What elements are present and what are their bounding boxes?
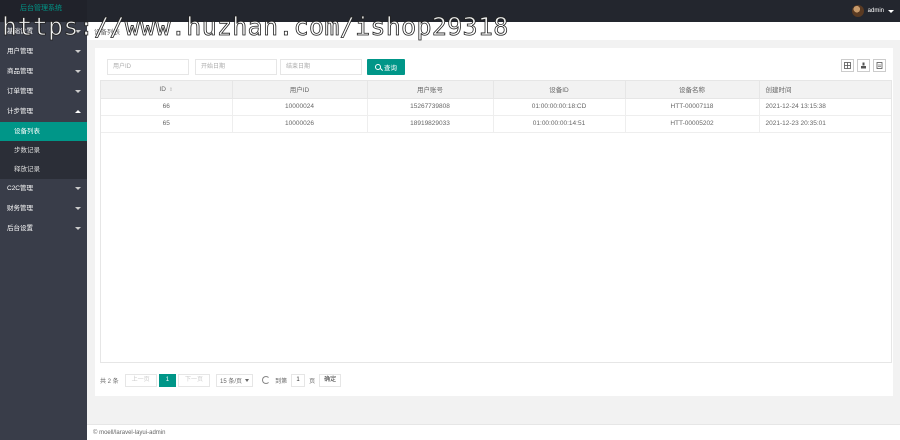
chevron-down-icon (75, 70, 81, 73)
tab-device-list[interactable]: 设备列表 (94, 26, 120, 36)
sort-icon[interactable]: ⇕ (169, 87, 173, 93)
cell-device-name: HTT-00005202 (625, 115, 760, 133)
sidebar-item-label: 后台设置 (7, 225, 33, 232)
cell-id: 65 (101, 115, 233, 133)
goto-page-input[interactable]: 1 (291, 373, 306, 387)
refresh-icon[interactable] (262, 376, 271, 384)
sidebar-item-label: 订单管理 (7, 88, 33, 95)
top-bar: 后台管理系统 admin (0, 0, 900, 22)
tab-bar: 设备列表 (87, 22, 900, 40)
cell-created-at: 2021-12-23 20:35:01 (759, 115, 891, 133)
chevron-down-icon (75, 207, 81, 210)
goto-label: 到第 (275, 378, 288, 385)
cell-device-id: 01:00:00:00:18:CD (493, 98, 626, 116)
cell-created-at: 2021-12-24 13:15:38 (759, 98, 891, 116)
sidebar-subitem-device-list[interactable]: 设备列表 (0, 122, 87, 141)
chevron-down-icon (245, 378, 250, 382)
cell-device-id: 01:00:00:00:14:51 (493, 115, 626, 133)
export-icon[interactable] (857, 59, 870, 72)
sidebar: 基础设置 用户管理 商品管理 订单管理 计步管理 设备列表 步数记录 释放记录 … (0, 22, 87, 440)
per-page-select[interactable]: 15 条/页 (216, 373, 254, 387)
cell-device-name: HTT-00007118 (625, 98, 760, 116)
total-count: 共 2 条 (100, 378, 119, 385)
sidebar-item-label: 基础设置 (7, 28, 33, 35)
sidebar-item-orders[interactable]: 订单管理 (0, 82, 87, 102)
user-menu[interactable]: admin (851, 4, 894, 18)
footer: © moell/laravel-layui-admin (87, 424, 900, 440)
end-date-input[interactable]: 结束日期 (280, 59, 362, 75)
prev-page-button[interactable]: 上一页 (124, 373, 157, 387)
columns-icon[interactable] (841, 59, 854, 72)
page-suffix: 页 (309, 378, 316, 385)
sidebar-subitem-release-records[interactable]: 释放记录 (0, 160, 87, 179)
app-title[interactable]: 后台管理系统 (0, 0, 87, 22)
chevron-down-icon (75, 187, 81, 190)
page-1-button[interactable]: 1 (158, 373, 177, 387)
avatar (851, 5, 864, 17)
chevron-down-icon (75, 50, 81, 53)
column-header-id[interactable]: ID ⇕ (101, 81, 233, 99)
data-table: ID ⇕ 用户ID 用户账号 设备ID 设备名称 创建时间 66 10000024… (100, 80, 892, 363)
sidebar-item-label: 财务管理 (7, 205, 33, 212)
sidebar-item-admin-settings[interactable]: 后台设置 (0, 219, 87, 239)
start-date-input[interactable]: 开始日期 (195, 59, 277, 75)
sidebar-item-label: C2C管理 (7, 185, 34, 192)
sidebar-subitem-step-records[interactable]: 步数记录 (0, 141, 87, 160)
cell-account: 15267739808 (367, 98, 494, 116)
table-row[interactable]: 65 10000026 18919829033 01:00:00:00:14:5… (101, 115, 891, 133)
sidebar-item-label: 商品管理 (7, 68, 33, 75)
user-id-input[interactable]: 用户ID (107, 59, 189, 75)
chevron-down-icon (75, 227, 81, 230)
cell-account: 18919829033 (367, 115, 494, 133)
sidebar-item-basic-settings[interactable]: 基础设置 (0, 22, 87, 42)
chevron-down-icon (888, 9, 894, 13)
table-row[interactable]: 66 10000024 15267739808 01:00:00:00:18:C… (101, 98, 891, 116)
column-header-user-id: 用户ID (232, 81, 368, 99)
column-header-account: 用户账号 (367, 81, 494, 99)
column-header-device-name: 设备名称 (625, 81, 760, 99)
sidebar-item-finance[interactable]: 财务管理 (0, 199, 87, 219)
main-card: 用户ID 开始日期 结束日期 查询 ID ⇕ 用户ID 用户账号 设备ID 设备名… (95, 48, 893, 396)
per-page-value: 15 条/页 (220, 378, 243, 385)
sidebar-item-c2c[interactable]: C2C管理 (0, 179, 87, 199)
sidebar-item-steps[interactable]: 计步管理 (0, 102, 87, 122)
sidebar-submenu: 设备列表 步数记录 释放记录 (0, 122, 87, 179)
column-header-created-at: 创建时间 (759, 81, 891, 99)
cell-id: 66 (101, 98, 233, 116)
sidebar-item-label: 计步管理 (7, 108, 33, 115)
cell-user-id: 10000024 (232, 98, 368, 116)
print-icon[interactable] (873, 59, 886, 72)
chevron-down-icon (75, 30, 81, 33)
cell-user-id: 10000026 (232, 115, 368, 133)
search-button-label: 查询 (384, 65, 397, 72)
pagination: 共 2 条 上一页 1 下一页 15 条/页 到第 1 页 确定 (100, 373, 342, 387)
user-name: admin (867, 8, 884, 14)
column-header-device-id: 设备ID (493, 81, 626, 99)
sidebar-item-goods[interactable]: 商品管理 (0, 62, 87, 82)
search-icon (375, 64, 381, 70)
search-button[interactable]: 查询 (367, 59, 405, 75)
sidebar-item-users[interactable]: 用户管理 (0, 42, 87, 62)
chevron-down-icon (75, 90, 81, 93)
sidebar-item-label: 用户管理 (7, 48, 33, 55)
table-header-row: ID ⇕ 用户ID 用户账号 设备ID 设备名称 创建时间 (101, 81, 891, 99)
next-page-button[interactable]: 下一页 (178, 373, 211, 387)
confirm-button[interactable]: 确定 (319, 373, 342, 387)
chevron-up-icon (75, 110, 81, 113)
